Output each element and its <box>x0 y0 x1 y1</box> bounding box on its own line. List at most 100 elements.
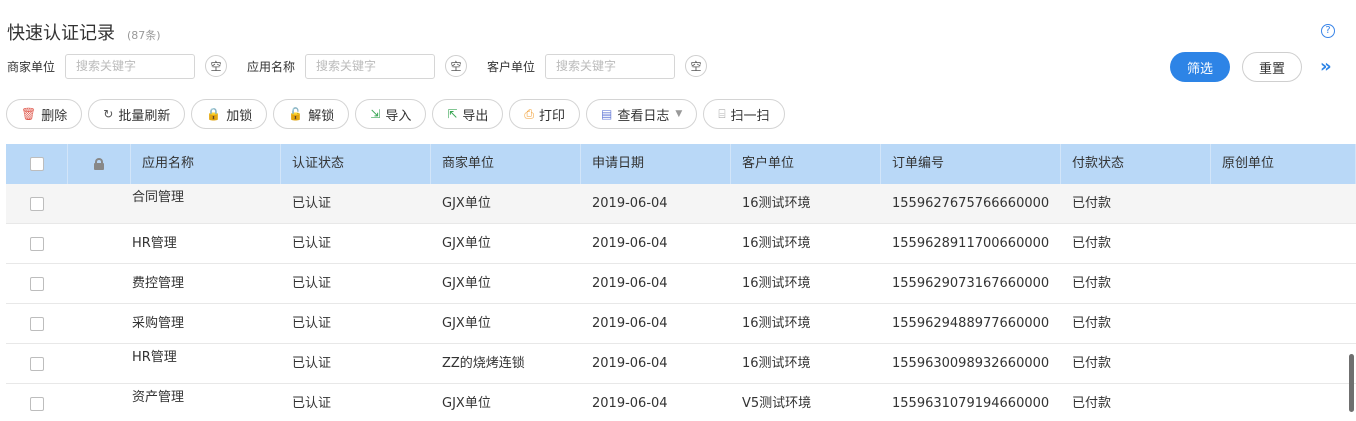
reset-button[interactable]: 重置 <box>1242 52 1302 82</box>
column-header-order[interactable]: 订单编号 <box>881 144 1061 184</box>
cell-app: HR管理 <box>132 350 177 365</box>
column-header-status[interactable]: 认证状态 <box>281 144 431 184</box>
cell-app: 采购管理 <box>132 316 185 331</box>
cell-order: 1559630098932660000 <box>892 356 1050 371</box>
cell-app: HR管理 <box>132 236 177 251</box>
cell-payment: 已付款 <box>1072 276 1112 291</box>
cell-customer: 16测试环境 <box>742 236 811 251</box>
log-icon: ▤ <box>601 107 613 121</box>
cell-date: 2019-06-04 <box>592 356 668 371</box>
cell-payment: 已付款 <box>1072 196 1112 211</box>
row-select-cell <box>6 224 68 264</box>
filter-label-app: 应用名称 <box>247 59 296 74</box>
cell-customer: 16测试环境 <box>742 196 811 211</box>
row-checkbox[interactable] <box>30 236 44 251</box>
export-button[interactable]: ⇱ 导出 <box>432 99 504 129</box>
toolbar-button-label: 查看日志 <box>617 108 670 124</box>
cell-merchant: GJX单位 <box>442 276 491 291</box>
cell-merchant: GJX单位 <box>442 236 491 251</box>
expand-icon[interactable]: » <box>1320 56 1331 77</box>
refresh-button[interactable]: ↻ 批量刷新 <box>88 99 186 129</box>
chevron-down-icon: ▼ <box>675 109 683 119</box>
print-button[interactable]: ⎙ 打印 <box>509 99 581 129</box>
app-search-input[interactable] <box>305 53 436 79</box>
cell-app: 合同管理 <box>132 190 185 205</box>
export-icon: ⇱ <box>447 107 458 121</box>
cell-order: 1559628911700660000 <box>892 236 1050 251</box>
toolbar-button-label: 打印 <box>539 108 566 124</box>
cell-payment: 已付款 <box>1072 316 1112 331</box>
cell-merchant: GJX单位 <box>442 196 491 211</box>
trash-icon: 🗑 <box>21 107 37 121</box>
column-header-merchant[interactable]: 商家单位 <box>431 144 581 184</box>
table-row[interactable]: HR管理 已认证 GJX单位 2019-06-04 16测试环境 155962891170… <box>6 224 1356 264</box>
page-header: 快速认证记录 (87条) <box>7 19 161 45</box>
cell-payment: 已付款 <box>1072 236 1112 251</box>
row-checkbox[interactable] <box>30 316 44 331</box>
scan-button[interactable]: ⌸ 扫一扫 <box>703 99 785 129</box>
toolbar: 🗑 删除 ↻ 批量刷新 🔒 加锁 🔓 解锁 ⇲ 导入 ⇱ 导出 ⎙ 打印 ▤ 查看日志 ▼ ⌸ 扫一扫 <box>6 99 791 129</box>
scan-icon: ⌸ <box>718 106 726 121</box>
table-row[interactable]: 费控管理 已认证 GJX单位 2019-06-04 16测试环境 155962907316… <box>6 264 1356 304</box>
table-row[interactable]: 合同管理 已认证 GJX单位 2019-06-04 16测试环境 155962767576… <box>6 184 1356 224</box>
cell-order: 1559627675766660000 <box>892 196 1050 211</box>
table-row[interactable]: HR管理 已认证 ZZ的烧烤连锁 2019-06-04 16测试环境 1559630098… <box>6 344 1356 384</box>
filter-label-merchant: 商家单位 <box>7 59 56 74</box>
column-header-app[interactable]: 应用名称 <box>131 144 281 184</box>
lock-button[interactable]: 🔒 加锁 <box>191 99 268 129</box>
row-lock-cell <box>68 264 131 304</box>
cell-app: 资产管理 <box>132 390 185 405</box>
row-checkbox[interactable] <box>30 356 44 371</box>
toolbar-button-label: 批量刷新 <box>118 108 171 124</box>
cell-customer: 16测试环境 <box>742 276 811 291</box>
cell-status: 已认证 <box>292 236 332 251</box>
select-all-checkbox[interactable] <box>30 156 44 171</box>
records-table: 应用名称 认证状态 商家单位 申请日期 客户单位 订单编号 付款状态 原创单位 … <box>6 144 1356 421</box>
table-header: 应用名称 认证状态 商家单位 申请日期 客户单位 订单编号 付款状态 原创单位 <box>6 144 1356 184</box>
lock-icon <box>94 157 104 170</box>
cell-status: 已认证 <box>292 196 332 211</box>
toolbar-button-label: 导出 <box>462 108 489 124</box>
column-header-customer[interactable]: 客户单位 <box>731 144 881 184</box>
table-row[interactable]: 采购管理 已认证 GJX单位 2019-06-04 16测试环境 155962948897… <box>6 304 1356 344</box>
vertical-scrollbar[interactable] <box>1349 354 1354 412</box>
toolbar-button-label: 解锁 <box>308 108 335 124</box>
column-header-origin[interactable]: 原创单位 <box>1211 144 1356 184</box>
cell-order: 1559631079194660000 <box>892 396 1050 411</box>
app-clear-button[interactable]: 空 <box>445 55 468 77</box>
row-lock-cell <box>68 304 131 344</box>
merchant-clear-button[interactable]: 空 <box>205 55 228 77</box>
customer-search-input[interactable] <box>545 53 676 79</box>
log-button[interactable]: ▤ 查看日志 ▼ <box>586 99 698 129</box>
help-icon[interactable]: ? <box>1321 24 1335 38</box>
cell-date: 2019-06-04 <box>592 276 668 291</box>
cell-merchant: GJX单位 <box>442 316 491 331</box>
cell-date: 2019-06-04 <box>592 236 668 251</box>
trash-button[interactable]: 🗑 删除 <box>6 99 83 129</box>
filter-bar: 商家单位 空 应用名称 空 客户单位 空 <box>7 53 727 79</box>
lock-icon: 🔒 <box>206 107 222 121</box>
row-lock-cell <box>68 184 131 224</box>
cell-customer: V5测试环境 <box>742 396 812 411</box>
column-header-payment[interactable]: 付款状态 <box>1061 144 1211 184</box>
cell-order: 1559629488977660000 <box>892 316 1050 331</box>
cell-merchant: GJX单位 <box>442 396 491 411</box>
cell-customer: 16测试环境 <box>742 356 811 371</box>
import-button[interactable]: ⇲ 导入 <box>355 99 427 129</box>
unlock-icon: 🔓 <box>288 107 304 121</box>
merchant-search-input[interactable] <box>65 53 196 79</box>
unlock-button[interactable]: 🔓 解锁 <box>273 99 350 129</box>
cell-customer: 16测试环境 <box>742 316 811 331</box>
row-checkbox[interactable] <box>30 396 44 411</box>
row-checkbox[interactable] <box>30 196 44 211</box>
toolbar-button-label: 导入 <box>385 108 412 124</box>
column-header-date[interactable]: 申请日期 <box>581 144 731 184</box>
row-select-cell <box>6 264 68 304</box>
table-row[interactable]: 资产管理 已认证 GJX单位 2019-06-04 V5测试环境 155963107919… <box>6 384 1356 421</box>
row-select-cell <box>6 384 68 421</box>
filter-button[interactable]: 筛选 <box>1170 52 1230 82</box>
row-checkbox[interactable] <box>30 276 44 291</box>
customer-clear-button[interactable]: 空 <box>685 55 708 77</box>
table-body: 合同管理 已认证 GJX单位 2019-06-04 16测试环境 155962767576… <box>6 184 1356 421</box>
cell-origin <box>1211 304 1356 344</box>
